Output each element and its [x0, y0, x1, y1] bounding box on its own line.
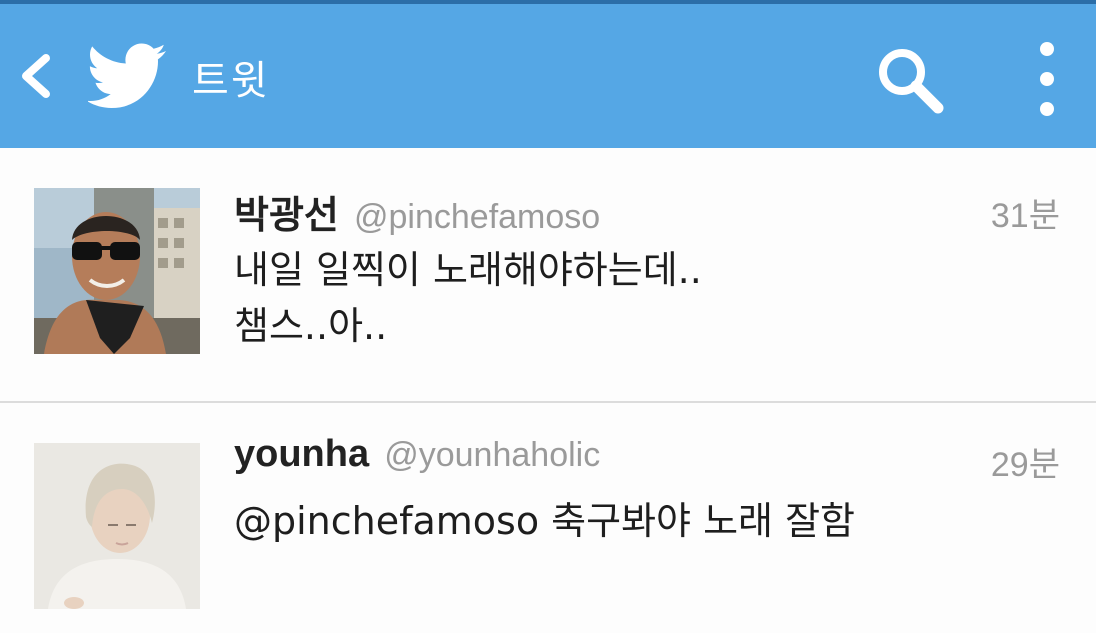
tweet-time: 31분	[990, 197, 1060, 235]
tweet-time: 29분	[990, 446, 1060, 484]
back-icon[interactable]	[18, 52, 52, 100]
display-name[interactable]: younha	[234, 433, 369, 475]
twitter-bird-icon[interactable]	[88, 42, 168, 112]
user-handle[interactable]: @younhaholic	[384, 436, 600, 474]
avatar[interactable]	[34, 443, 200, 609]
user-handle[interactable]: @pinchefamoso	[354, 198, 600, 236]
tweet-timeline-screen: 트윗 박광선 @pinchefamoso 31분 내일 일찍이 노래해야하는데.…	[0, 0, 1096, 633]
overflow-menu-icon[interactable]	[1032, 40, 1062, 118]
tweet-item[interactable]: 박광선 @pinchefamoso 31분 내일 일찍이 노래해야하는데.. 챔…	[0, 148, 1096, 401]
page-title: 트윗	[192, 58, 270, 104]
tweet-body: 내일 일찍이 노래해야하는데.. 챔스..아..	[234, 242, 702, 354]
tweet-header: younha @younhaholic	[234, 433, 600, 476]
tweet-text-line: @pinchefamoso 축구봐야 노래 잘함	[234, 499, 856, 543]
tweet-text-line: 챔스..아..	[234, 304, 388, 348]
action-bar: 트윗	[0, 4, 1096, 148]
display-name[interactable]: 박광선	[234, 195, 339, 237]
tweet-body: @pinchefamoso 축구봐야 노래 잘함	[234, 493, 855, 549]
tweet-item[interactable]: younha @younhaholic 29분 @pinchefamoso 축구…	[0, 403, 1096, 633]
search-icon[interactable]	[874, 44, 946, 116]
tweet-header: 박광선 @pinchefamoso	[234, 184, 600, 239]
tweet-text-line: 내일 일찍이 노래해야하는데..	[234, 248, 702, 292]
avatar[interactable]	[34, 188, 200, 354]
